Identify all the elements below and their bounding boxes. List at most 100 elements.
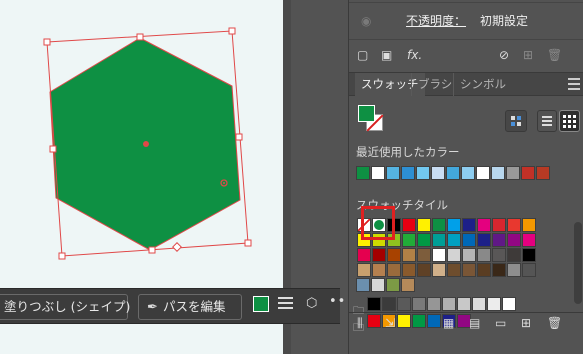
recent-swatch[interactable]: [371, 166, 385, 180]
shape-options-icon[interactable]: ⬡: [306, 296, 317, 311]
swatch-tile[interactable]: [462, 233, 476, 247]
swatch-tile[interactable]: [447, 233, 461, 247]
group-swatch[interactable]: [382, 297, 396, 311]
swatch-tile[interactable]: [492, 218, 506, 232]
swatch-tile[interactable]: [432, 248, 446, 262]
swatch-tile[interactable]: [432, 218, 446, 232]
handle-mid-right[interactable]: [235, 133, 243, 141]
group-swatch[interactable]: [487, 297, 501, 311]
recent-swatch[interactable]: [356, 166, 370, 180]
swatch-scrollbar[interactable]: [574, 222, 582, 304]
panel-menu-icon[interactable]: [568, 78, 580, 93]
fill-color-swatch[interactable]: [253, 296, 269, 312]
swatch-tile[interactable]: [462, 218, 476, 232]
swatch-tile[interactable]: [477, 248, 491, 262]
folder-icon[interactable]: ▭: [495, 316, 506, 330]
swatch-tile[interactable]: [387, 248, 401, 262]
swatch-tile[interactable]: [357, 248, 371, 262]
swatch-tile[interactable]: [522, 218, 536, 232]
handle-bottom-right[interactable]: [244, 239, 252, 247]
tab-brushes[interactable]: ブラシ: [411, 73, 458, 96]
handle-top-left[interactable]: [43, 38, 51, 46]
swatch-tile[interactable]: [507, 233, 521, 247]
swatch-tile[interactable]: [372, 263, 386, 277]
swatch-tile[interactable]: [522, 233, 536, 247]
swatch-tile[interactable]: [477, 263, 491, 277]
fill-indicator[interactable]: [358, 105, 375, 122]
eye-icon[interactable]: ◉: [361, 14, 371, 28]
swatch-tile[interactable]: [447, 218, 461, 232]
handle-bottom-center[interactable]: [148, 246, 156, 254]
group-swatch[interactable]: [367, 297, 381, 311]
stroke-weight-icon[interactable]: [278, 297, 293, 311]
group-swatch[interactable]: [397, 297, 411, 311]
delete-item-icon[interactable]: 🗑: [547, 48, 562, 62]
swatch-tile[interactable]: [507, 248, 521, 262]
fx-icon[interactable]: fx.: [407, 48, 422, 62]
tab-symbols[interactable]: シンボル: [453, 73, 512, 96]
recent-swatch[interactable]: [536, 166, 550, 180]
list-view-button[interactable]: [537, 110, 557, 132]
swatch-tile[interactable]: [402, 263, 416, 277]
show-kinds-menu-icon[interactable]: ⇲: [385, 316, 395, 330]
swatch-tile[interactable]: [372, 248, 386, 262]
swatch-tile[interactable]: [387, 263, 401, 277]
recent-swatch[interactable]: [431, 166, 445, 180]
pattern-swatch[interactable]: [386, 278, 400, 292]
libraries-icon[interactable]: ⫼: [357, 316, 363, 331]
swatch-tile[interactable]: [522, 263, 536, 277]
new-color-group-icon[interactable]: ▤: [469, 316, 480, 330]
recent-swatch[interactable]: [401, 166, 415, 180]
duplicate-item-icon[interactable]: ⊞: [523, 48, 533, 62]
swatch-tile[interactable]: [432, 263, 446, 277]
edit-path-button[interactable]: ✒ パスを編集: [138, 294, 242, 320]
swatch-tile[interactable]: [477, 233, 491, 247]
group-swatch[interactable]: [442, 297, 456, 311]
swatch-tile[interactable]: [522, 248, 536, 262]
group-swatch[interactable]: [502, 297, 516, 311]
recent-swatch[interactable]: [476, 166, 490, 180]
swatch-tile[interactable]: [462, 248, 476, 262]
fill-shape-button[interactable]: 塗りつぶし (シェイプ): [0, 294, 130, 320]
opacity-label[interactable]: 不透明度：: [406, 12, 466, 29]
appearance-opacity-row[interactable]: ◉ 不透明度： 初期設定: [349, 0, 583, 40]
swatch-tile[interactable]: [432, 233, 446, 247]
new-swatch-icon[interactable]: ⊞: [521, 316, 531, 330]
group-swatch[interactable]: [412, 297, 426, 311]
swatch-options-icon[interactable]: ▦: [443, 316, 454, 330]
swatch-tile[interactable]: [447, 263, 461, 277]
recent-swatch[interactable]: [416, 166, 430, 180]
clear-appearance-icon[interactable]: ⊘: [499, 48, 509, 62]
handle-top-right[interactable]: [228, 27, 236, 35]
swatch-tile[interactable]: [507, 263, 521, 277]
swatch-tile[interactable]: [417, 263, 431, 277]
swatch-tile[interactable]: [492, 248, 506, 262]
grid-view-button[interactable]: [559, 110, 580, 132]
recent-swatch[interactable]: [491, 166, 505, 180]
swatch-tile[interactable]: [402, 218, 416, 232]
recent-swatch[interactable]: [461, 166, 475, 180]
handle-top-center[interactable]: [136, 33, 144, 41]
pattern-swatch[interactable]: [356, 278, 370, 292]
swatch-tile[interactable]: [492, 263, 506, 277]
recent-swatch[interactable]: [506, 166, 520, 180]
handle-mid-left[interactable]: [49, 145, 57, 153]
swatch-tile[interactable]: [507, 218, 521, 232]
swatch-tile[interactable]: [402, 248, 416, 262]
swatch-tile[interactable]: [357, 263, 371, 277]
color-group-folder-icon[interactable]: [353, 299, 365, 309]
swatch-tile[interactable]: [417, 248, 431, 262]
pattern-swatch[interactable]: [371, 278, 385, 292]
swatch-tile[interactable]: [417, 233, 431, 247]
recent-swatch[interactable]: [446, 166, 460, 180]
swatch-tile[interactable]: [447, 248, 461, 262]
recent-swatch[interactable]: [386, 166, 400, 180]
handle-bottom-left[interactable]: [58, 252, 66, 260]
rotate-handle[interactable]: [172, 242, 182, 252]
group-swatch[interactable]: [472, 297, 486, 311]
group-swatch[interactable]: [427, 297, 441, 311]
group-swatch[interactable]: [457, 297, 471, 311]
swatch-tile[interactable]: [477, 218, 491, 232]
swatch-tile[interactable]: [402, 233, 416, 247]
add-fill-icon[interactable]: ▣: [381, 48, 392, 62]
